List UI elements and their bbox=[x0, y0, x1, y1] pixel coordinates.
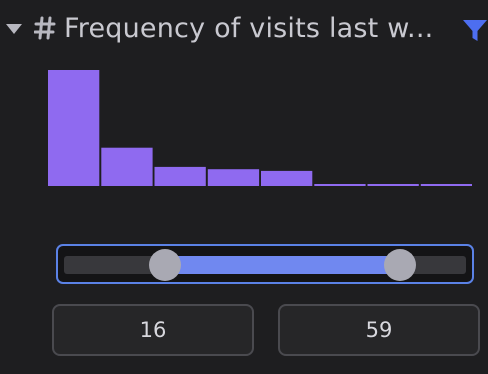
slider-track[interactable] bbox=[64, 249, 466, 281]
histogram-bar bbox=[314, 184, 366, 186]
filter-header: Frequency of visits last w... bbox=[0, 10, 488, 50]
histogram-bar bbox=[154, 166, 206, 186]
histogram-bar bbox=[261, 170, 313, 186]
histogram bbox=[48, 70, 472, 186]
caret-down-icon[interactable] bbox=[6, 24, 22, 34]
min-value-input[interactable]: 16 bbox=[52, 304, 254, 356]
slider-selected-range bbox=[164, 256, 400, 274]
histogram-bar bbox=[48, 70, 100, 186]
range-slider[interactable] bbox=[56, 244, 474, 284]
range-filter-panel: Frequency of visits last w... 16 59 bbox=[0, 0, 488, 374]
histogram-bar bbox=[420, 184, 472, 186]
histogram-bar bbox=[207, 169, 260, 186]
histogram-bar bbox=[101, 147, 153, 186]
slider-min-handle[interactable] bbox=[148, 249, 181, 281]
histogram-bar bbox=[367, 184, 419, 186]
max-value-input[interactable]: 59 bbox=[278, 304, 480, 356]
hash-icon bbox=[34, 16, 56, 40]
column-title: Frequency of visits last w... bbox=[64, 13, 434, 44]
slider-max-handle[interactable] bbox=[383, 249, 416, 281]
filter-icon[interactable] bbox=[462, 18, 488, 44]
